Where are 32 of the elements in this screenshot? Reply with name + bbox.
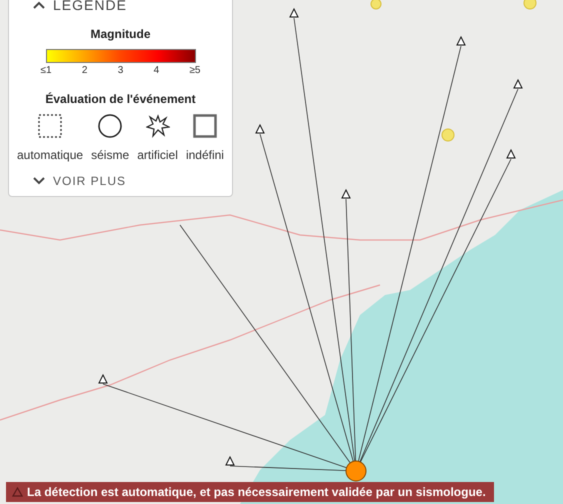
dotted-square-icon <box>38 114 62 138</box>
scale-tick: ≤1 <box>40 65 52 76</box>
station-triangle <box>506 148 516 158</box>
station-triangle <box>456 36 466 46</box>
scale-tick: 2 <box>82 65 88 76</box>
station-triangle <box>341 188 351 198</box>
circle-icon <box>98 114 122 138</box>
legend-toggle[interactable]: LEGENDE <box>33 0 127 13</box>
station-triangle <box>255 124 265 134</box>
station-triangle <box>225 456 235 466</box>
epicenter-marker <box>346 460 366 482</box>
legend-heading: Magnitude <box>90 27 150 41</box>
alert-text: La détection est automatique, et pas nécessairement validée par un sismologue. <box>27 485 486 499</box>
scale-tick: 4 <box>154 65 160 76</box>
caret-icon <box>33 177 45 185</box>
square-icon <box>192 114 217 138</box>
station-triangle <box>513 78 523 88</box>
see-more-toggle[interactable]: VOIR PLUS <box>33 174 126 188</box>
legend-heading: Évaluation de l'événement <box>45 92 196 106</box>
event-marker <box>370 0 382 10</box>
legend-label: indéfini <box>186 148 224 162</box>
legend-label: séisme <box>91 148 130 162</box>
station-triangle <box>289 8 299 18</box>
warning-icon <box>12 487 23 497</box>
scale-tick: ≥5 <box>189 65 200 76</box>
legend-label: artificiel <box>137 148 178 162</box>
scale-tick: 3 <box>118 65 124 76</box>
event-marker <box>524 0 536 10</box>
station-triangle <box>98 374 108 384</box>
legend-label: automatique <box>17 148 84 162</box>
caret-icon <box>33 1 45 9</box>
burst-icon <box>146 114 170 138</box>
